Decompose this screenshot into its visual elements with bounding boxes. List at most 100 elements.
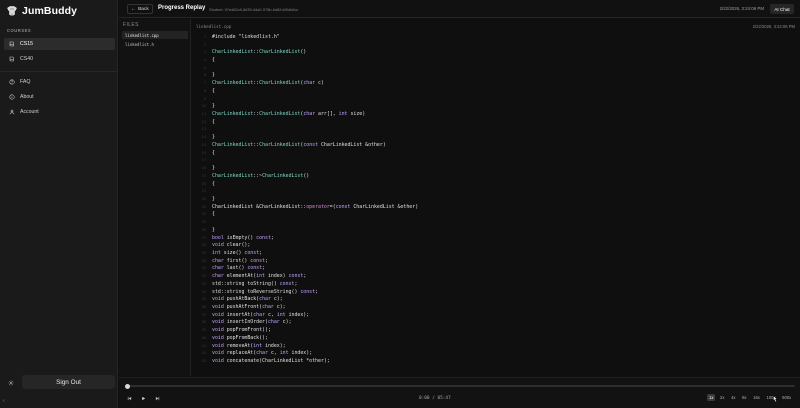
code-token: insertAt( <box>223 311 254 318</box>
skip-forward-icon <box>155 396 159 400</box>
sidebar-item-account[interactable]: Account <box>4 106 115 118</box>
line-number: 4 <box>203 58 206 63</box>
line-number: 36 <box>201 305 206 310</box>
brand[interactable]: JumBuddy <box>6 5 77 17</box>
progress-track[interactable] <box>125 383 795 389</box>
user-icon <box>9 109 15 115</box>
code-token: char <box>303 111 316 118</box>
code-token: { <box>212 180 215 187</box>
code-line: 43 void concatenate(CharLinkedList *other… <box>198 357 788 365</box>
skip-forward-button[interactable] <box>153 394 161 402</box>
code-token: const <box>303 141 319 148</box>
sidebar-item-label: CS40 <box>20 56 33 62</box>
code-token: const <box>279 280 295 287</box>
code-token: const <box>244 249 260 256</box>
sidebar-item-about[interactable]: About <box>4 91 115 103</box>
speed-button-16x[interactable]: 16x <box>751 394 762 401</box>
code-line: 14} <box>198 133 788 141</box>
code-token: popFromFront(); <box>223 327 271 334</box>
sidebar-item-label: CS15 <box>20 41 33 47</box>
code-editor[interactable]: linkedlist.cpp 2/22/2026, 3:24:06 PM 1 #i… <box>192 19 800 376</box>
code-token: index); <box>285 311 310 318</box>
code-token: size() <box>220 249 245 256</box>
code-line: 25 <box>198 218 788 226</box>
line-number: 25 <box>201 220 206 225</box>
file-item-linkedlist-h[interactable]: linkedlist.h <box>122 40 188 48</box>
code-token: char <box>256 350 268 357</box>
line-number: 40 <box>201 335 206 340</box>
play-icon <box>141 396 145 400</box>
code-token: std::string toString() <box>212 280 280 287</box>
code-token: CharLinkedList <box>212 111 254 118</box>
code-line: 31 char last() const; <box>198 265 788 273</box>
code-token: index); <box>288 350 313 357</box>
code-area[interactable]: 1 #include "linkedlist.h" 2 3 CharLinkedList… <box>198 33 788 365</box>
speed-button-1x[interactable]: 1x <box>707 394 716 401</box>
code-token: clear(); <box>223 242 251 249</box>
sidebar-item-faq[interactable]: FAQ <box>4 76 115 88</box>
book-icon <box>9 41 14 47</box>
speed-button-2x[interactable]: 2x <box>718 394 726 401</box>
code-token: char <box>212 273 224 280</box>
speed-button-8x[interactable]: 8x <box>740 394 748 401</box>
code-token: c) <box>315 80 324 87</box>
line-number: 2 <box>203 42 206 47</box>
line-number: 35 <box>201 297 206 302</box>
code-token: int <box>253 342 263 349</box>
sign-out-button[interactable]: Sign Out <box>22 375 115 389</box>
line-number: 33 <box>201 281 206 286</box>
line-number: 11 <box>201 112 206 117</box>
code-line: 26} <box>198 226 788 234</box>
code-token: void <box>212 242 224 249</box>
code-token: void <box>212 342 224 349</box>
line-number: 31 <box>201 266 206 271</box>
back-button[interactable]: ← Back <box>127 4 153 14</box>
code-token: { <box>212 87 215 94</box>
play-button[interactable] <box>139 394 147 402</box>
chevron-left-icon[interactable]: ‹ <box>3 398 9 406</box>
replay-player: 0:00 / 05:47 1x 2x 4x 8x 16x 100x 500x <box>119 377 800 408</box>
speed-button-4x[interactable]: 4x <box>729 394 737 401</box>
code-token: { <box>212 211 215 218</box>
code-token: first() <box>223 257 251 264</box>
sidebar-item-cs40[interactable]: CS40 <box>4 53 115 65</box>
code-line: 37 void insertAt(char c, int index); <box>198 311 788 319</box>
line-number: 3 <box>203 50 206 55</box>
code-token: elementAt( <box>223 273 257 280</box>
files-label: FILES <box>123 22 139 28</box>
code-line: 28 void clear(); <box>198 241 788 249</box>
code-line: 30 char first() const; <box>198 257 788 265</box>
line-number: 21 <box>201 189 206 194</box>
code-token: int <box>256 273 266 280</box>
code-line: 8{ <box>198 87 788 95</box>
code-token: std::string toReverseString() <box>212 288 301 295</box>
ai-chat-button[interactable]: AI Chat <box>770 4 794 14</box>
file-item-linkedlist-cpp[interactable]: linkedlist.cpp <box>122 31 188 39</box>
code-token: isEmpty() <box>223 234 257 241</box>
code-line: 7 CharLinkedList:: CharLinkedList(char c) <box>198 79 788 87</box>
settings-button[interactable] <box>5 377 16 388</box>
code-token: const <box>288 273 304 280</box>
sidebar-item-label: About <box>20 94 34 100</box>
code-token: void <box>212 327 224 334</box>
line-number: 6 <box>203 73 206 78</box>
code-token: char <box>259 296 271 303</box>
speed-button-500x[interactable]: 500x <box>780 394 793 401</box>
code-token: void <box>212 296 224 303</box>
arrow-left-icon: ← <box>131 6 137 12</box>
skip-back-button[interactable] <box>125 394 133 402</box>
code-token: ; <box>303 273 307 280</box>
code-token: () <box>300 49 307 56</box>
courses-section-label: COURSES <box>7 28 32 33</box>
progress-knob[interactable] <box>125 383 130 389</box>
code-line: 27 bool isEmpty() const; <box>198 234 788 242</box>
code-token: char <box>267 319 280 326</box>
code-token: const <box>256 234 271 241</box>
code-line: 19 CharLinkedList::~ CharLinkedList() <box>198 172 788 180</box>
line-number: 29 <box>201 250 206 255</box>
code-token: operator <box>306 203 330 210</box>
line-number: 20 <box>201 181 206 186</box>
divider <box>0 71 118 72</box>
student-id: Student: 97ed62c8-8d35-4da2-978b-bd82d49… <box>209 6 299 12</box>
sidebar-item-cs15[interactable]: CS15 <box>4 38 115 50</box>
